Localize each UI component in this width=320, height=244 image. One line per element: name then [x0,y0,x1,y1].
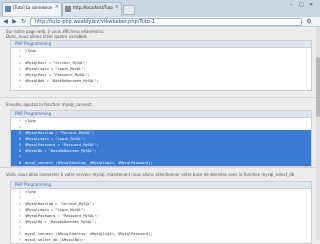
favicon-icon [65,6,71,12]
back-icon[interactable]: ◀ [2,18,9,25]
code-box-3: PHP Programming 1 <?php 2 3 $MysqlHostLog = … [10,181,312,244]
address-bar[interactable]: http://tuto-php.weebly.biz/viewbeber.php… [30,18,302,26]
code-box-header: PHP Programming [11,182,311,189]
page-content: Sur notre page web, il vous affichera né… [0,27,320,244]
code-text: mysql_select_db ($MysqlBd); [25,238,84,242]
intro-text-2: Donc, nous allons créer quatre variables [6,34,87,39]
divider [0,97,320,98]
code-box-header: PHP Programming [11,111,311,118]
settings-icon[interactable]: ⚙ [305,18,313,25]
line-number: 9 [18,238,21,242]
scrollbar[interactable] [316,27,320,240]
divider [0,167,320,168]
close-window-icon[interactable]: × [309,2,313,8]
scrollbar-thumb[interactable] [316,57,320,117]
code-box-2: PHP Programming 1 <?php 2 3 $MysqlHostLog = … [10,110,312,167]
mid-text: Ensuite, ajoutez la fonction mysql_conne… [6,102,92,107]
code-line: 8 mysql_connect ($MysqlHostLog, $MysqlLog… [11,160,311,166]
favicon-icon [5,6,11,12]
reload-icon[interactable]: ↻ [20,18,27,25]
close-icon[interactable]: × [115,4,119,10]
bottom-text: Voilà, vous allez connecter à votre serv… [6,172,295,177]
tab-title: http://localhost/Tuto-Ph... [73,5,113,10]
code-line: 7 [11,84,311,90]
new-tab-button[interactable] [123,5,135,15]
close-icon[interactable]: × [55,4,59,10]
code-box-header: PHP Programming [11,41,311,48]
tab-active[interactable]: [Tuto] La connexion à ... × [2,2,62,16]
browser-toolbar: ◀ ▶ ↻ http://tuto-php.weebly.biz/viewbeb… [0,17,320,27]
tab-inactive[interactable]: http://localhost/Tuto-Ph... × [62,2,122,16]
code-line: 9 mysql_select_db ($MysqlBd); [11,237,311,243]
tab-title: [Tuto] La connexion à ... [13,5,53,10]
code-box-1: PHP Programming 1 <?php 2 3 $MysqlHost = "Se… [10,40,312,91]
url-text: http://tuto-php.weebly.biz/viewbeber.php… [35,19,155,25]
line-number: 8 [18,161,21,165]
line-number: 7 [18,85,21,89]
minimize-icon[interactable]: – [290,2,293,8]
code-text: mysql_connect ($MysqlHostLog, $MysqlLogi… [25,161,153,165]
forward-icon[interactable]: ▶ [11,18,18,25]
browser-titlebar: [Tuto] La connexion à ... × http://local… [0,0,320,17]
maximize-icon[interactable]: □ [299,2,304,8]
